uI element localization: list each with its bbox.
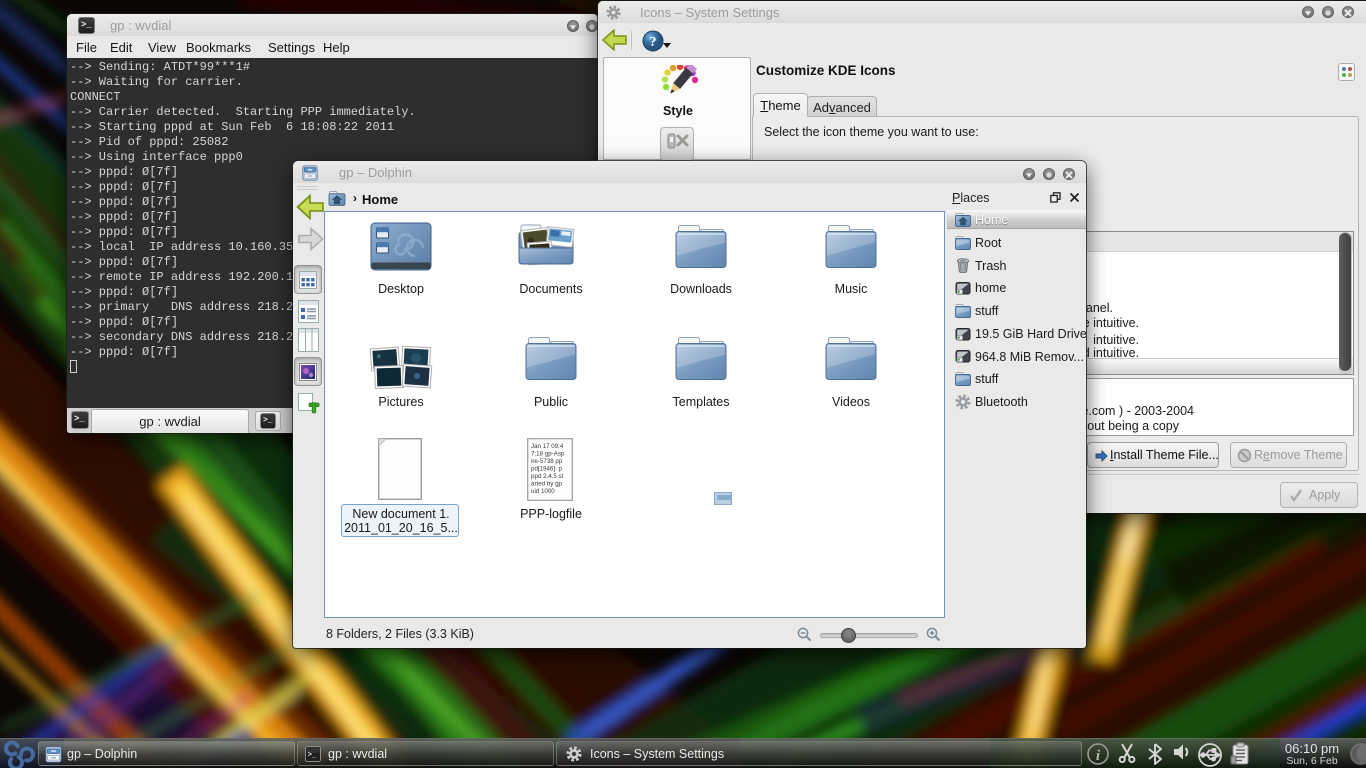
- svg-text:7:18 gp-Asp: 7:18 gp-Asp: [531, 451, 565, 458]
- svg-text:Jan 17 09:4: Jan 17 09:4: [531, 443, 564, 450]
- svg-text:ire-5738 pp: ire-5738 pp: [531, 458, 563, 465]
- svg-text:i: i: [1096, 748, 1101, 764]
- svg-text:ppd 2.4.5 st: ppd 2.4.5 st: [531, 473, 564, 480]
- svg-text:?: ?: [650, 35, 657, 50]
- svg-text:uid 1000: uid 1000: [531, 488, 555, 495]
- svg-text:arted by gp: arted by gp: [531, 481, 563, 488]
- svg-text:pd[1946]: p: pd[1946]: p: [531, 466, 563, 473]
